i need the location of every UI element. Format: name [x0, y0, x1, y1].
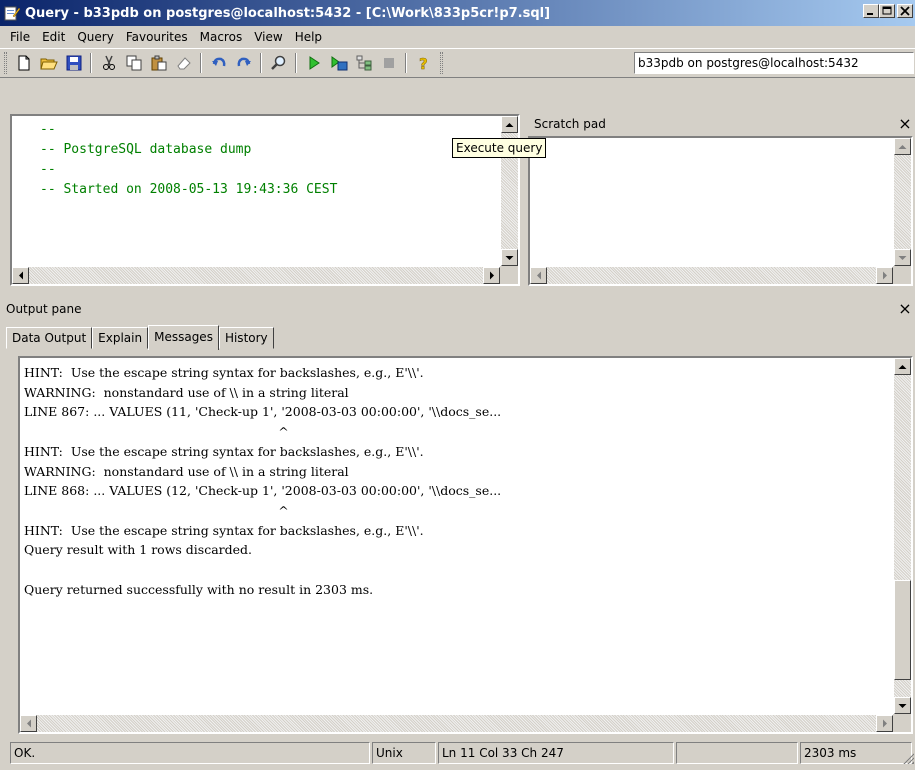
output-pane-close-icon[interactable]: × [897, 299, 913, 319]
scroll-right-arrow-icon[interactable] [483, 267, 500, 284]
scratch-pad[interactable] [528, 136, 913, 286]
execute-query-tooltip: Execute query [452, 138, 547, 158]
messages-text[interactable]: HINT: Use the escape string syntax for b… [20, 358, 893, 714]
redo-icon[interactable] [232, 52, 255, 75]
resize-grip[interactable] [902, 752, 914, 764]
scroll-left-arrow-icon[interactable] [20, 715, 37, 732]
scroll-right-arrow-icon[interactable] [876, 267, 893, 284]
help-icon[interactable]: ? [412, 52, 435, 75]
query-app-icon [4, 5, 21, 21]
toolbar-grip[interactable] [4, 52, 7, 74]
scroll-down-arrow-icon[interactable] [894, 249, 911, 266]
tab-explain[interactable]: Explain [92, 327, 149, 349]
explain-query-icon[interactable] [352, 52, 375, 75]
menu-edit[interactable]: Edit [36, 28, 71, 46]
editor-line: -- Started on 2008-05-13 19:43:36 CEST [40, 182, 338, 197]
toolbar-separator [405, 53, 407, 73]
scroll-down-arrow-icon[interactable] [501, 249, 518, 266]
status-cursor-position: Ln 11 Col 33 Ch 247 [438, 742, 674, 764]
editor-line: -- [40, 122, 56, 137]
tab-data-output[interactable]: Data Output [6, 327, 93, 349]
message-line: WARNING: nonstandard use of \\ in a stri… [24, 463, 349, 479]
menu-favourites[interactable]: Favourites [120, 28, 194, 46]
scratch-vertical-scrollbar[interactable] [894, 138, 911, 266]
scroll-down-arrow-icon[interactable] [894, 697, 911, 714]
menu-view[interactable]: View [248, 28, 288, 46]
find-icon[interactable] [267, 52, 290, 75]
message-line: Query returned successfully with no resu… [24, 581, 374, 597]
open-folder-icon[interactable] [37, 52, 60, 75]
paste-icon[interactable] [147, 52, 170, 75]
scratch-pad-title: Scratch pad [534, 117, 606, 131]
message-line: ^ [24, 502, 289, 518]
scrollbar-corner [893, 714, 911, 732]
toolbar-grip[interactable] [440, 52, 443, 74]
scroll-up-arrow-icon[interactable] [894, 358, 911, 375]
close-button[interactable] [897, 4, 913, 18]
scroll-thumb[interactable] [894, 580, 911, 680]
maximize-button[interactable] [879, 4, 895, 18]
sql-editor[interactable]: -- -- PostgreSQL database dump -- -- Starte… [10, 114, 520, 286]
status-bar: OK. Unix Ln 11 Col 33 Ch 247 2303 ms [0, 742, 915, 768]
cut-icon[interactable] [97, 52, 120, 75]
menu-bar: File Edit Query Favourites Macros View H… [0, 26, 915, 48]
message-line: LINE 868: ... VALUES (12, 'Check-up 1', … [24, 483, 502, 499]
cancel-query-icon[interactable] [377, 52, 400, 75]
status-empty [676, 742, 798, 764]
toolbar-separator [90, 53, 92, 73]
editor-line: -- PostgreSQL database dump [40, 142, 252, 157]
message-line: ^ [24, 424, 289, 440]
editor-line: -- [40, 162, 56, 177]
tab-messages[interactable]: Messages [148, 325, 219, 350]
output-pane-title: Output pane [6, 302, 82, 316]
message-line: HINT: Use the escape string syntax for b… [24, 522, 424, 538]
messages-horizontal-scrollbar[interactable] [20, 715, 893, 732]
menu-query[interactable]: Query [71, 28, 119, 46]
window-title: Query - b33pdb on postgres@localhost:543… [25, 5, 551, 21]
message-line: Query result with 1 rows discarded. [24, 542, 253, 558]
messages-output[interactable]: HINT: Use the escape string syntax for b… [18, 356, 913, 734]
scratch-horizontal-scrollbar[interactable] [530, 267, 893, 284]
toolbar-separator [260, 53, 262, 73]
scroll-left-arrow-icon[interactable] [12, 267, 29, 284]
copy-icon[interactable] [122, 52, 145, 75]
messages-vertical-scrollbar[interactable] [894, 358, 911, 714]
message-line: WARNING: nonstandard use of \\ in a stri… [24, 384, 349, 400]
scroll-right-arrow-icon[interactable] [876, 715, 893, 732]
message-line: HINT: Use the escape string syntax for b… [24, 365, 424, 380]
minimize-button[interactable] [863, 4, 879, 18]
menu-help[interactable]: Help [289, 28, 328, 46]
save-icon[interactable] [62, 52, 85, 75]
status-message: OK. [10, 742, 370, 764]
tab-history[interactable]: History [218, 327, 274, 349]
clear-eraser-icon[interactable] [172, 52, 195, 75]
toolbar: ? b33pdb on postgres@localhost:5432 [0, 48, 915, 78]
scroll-left-arrow-icon[interactable] [530, 267, 547, 284]
scroll-up-arrow-icon[interactable] [501, 116, 518, 133]
new-file-icon[interactable] [12, 52, 35, 75]
undo-icon[interactable] [207, 52, 230, 75]
status-elapsed-time: 2303 ms [800, 742, 912, 764]
execute-query-icon[interactable] [302, 52, 325, 75]
scrollbar-corner [893, 266, 911, 284]
sql-editor-text[interactable]: -- -- PostgreSQL database dump -- -- Starte… [12, 116, 500, 266]
pane-splitter[interactable] [0, 290, 915, 296]
output-tabs: Data Output Explain Messages History [6, 325, 274, 350]
title-bar[interactable]: Query - b33pdb on postgres@localhost:543… [0, 0, 915, 26]
scroll-up-arrow-icon[interactable] [894, 138, 911, 155]
menu-file[interactable]: File [4, 28, 36, 46]
scratch-pad-close-icon[interactable]: × [897, 114, 913, 134]
execute-to-file-icon[interactable] [327, 52, 350, 75]
message-line: HINT: Use the escape string syntax for b… [24, 443, 424, 459]
connection-combo[interactable]: b33pdb on postgres@localhost:5432 [634, 52, 914, 74]
editor-horizontal-scrollbar[interactable] [12, 267, 500, 284]
status-line-endings: Unix [372, 742, 436, 764]
message-line [24, 560, 893, 580]
scrollbar-corner [500, 266, 518, 284]
svg-text:?: ? [419, 55, 428, 71]
message-line: LINE 867: ... VALUES (11, 'Check-up 1', … [24, 404, 502, 420]
toolbar-separator [295, 53, 297, 73]
menu-macros[interactable]: Macros [194, 28, 249, 46]
toolbar-separator [200, 53, 202, 73]
